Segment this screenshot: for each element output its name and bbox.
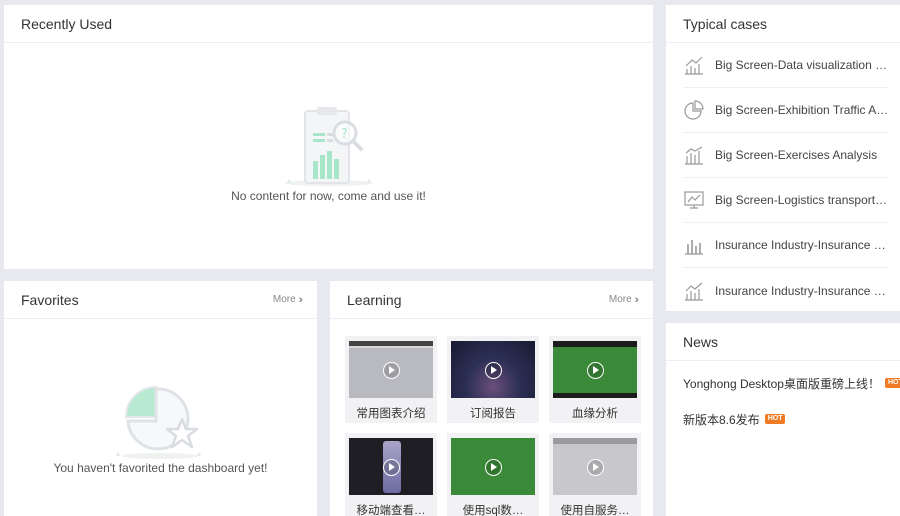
play-icon	[383, 458, 400, 476]
typical-cases-panel: Typical cases Big Screen-Data visualizat…	[666, 5, 900, 311]
case-item[interactable]: Big Screen-Exercises Analysis	[683, 133, 889, 178]
news-text: 新版本8.6发布	[683, 412, 760, 427]
video-title: 订阅报告	[470, 408, 516, 420]
typical-cases-title: Typical cases	[683, 15, 768, 32]
case-label: Big Screen-Exercises Analysis	[715, 148, 878, 162]
clipboard-chart-icon: ?	[284, 107, 373, 186]
news-title: News	[683, 333, 719, 350]
bar-chart-icon	[685, 240, 703, 255]
svg-text:?: ?	[341, 127, 348, 142]
news-header: News	[666, 323, 900, 361]
video-thumbnail	[451, 438, 535, 495]
case-label: Big Screen-Logistics transportation anal…	[715, 193, 889, 207]
video-title: 移动端查看…	[356, 505, 426, 516]
case-item[interactable]: Insurance Industry-Insurance Industry An…	[683, 223, 889, 268]
line-chart-icon	[685, 56, 703, 75]
bar-line-chart-icon	[685, 146, 703, 165]
video-title: 使用自服务…	[560, 505, 630, 516]
favorites-panel: Favorites More ›› You haven't favorited …	[4, 281, 317, 516]
play-icon	[587, 361, 604, 379]
video-thumbnail	[349, 438, 433, 495]
pie-chart-icon	[684, 100, 704, 120]
hot-badge: HOT	[884, 378, 900, 388]
learning-title: Learning	[347, 291, 402, 308]
recently-used-panel: Recently Used ? No content for now, come…	[4, 5, 653, 269]
double-chevron-right-icon: ››	[634, 293, 640, 306]
play-icon	[485, 361, 502, 379]
video-card[interactable]: 订阅报告	[447, 336, 539, 423]
case-item[interactable]: Big Screen-Data visualization and analys…	[683, 43, 889, 88]
monitor-chart-icon	[684, 191, 704, 209]
case-label: Big Screen-Exhibition Traffic Analysis	[715, 103, 889, 117]
recently-used-title: Recently Used	[21, 15, 113, 32]
news-text: Yonghong Desktop桌面版重磅上线！	[683, 376, 880, 391]
favorites-more-label: More	[272, 294, 296, 305]
case-item[interactable]: Insurance Industry-Insurance Industry Re…	[683, 268, 889, 313]
video-card[interactable]: 常用图表介绍	[345, 336, 437, 423]
video-thumbnail	[553, 341, 637, 398]
empty-report-illustration: ?	[4, 105, 653, 194]
case-label: Insurance Industry-Insurance Industry An…	[715, 238, 889, 252]
case-label: Big Screen-Data visualization and analys…	[715, 58, 889, 72]
video-card[interactable]: 血缘分析	[549, 336, 641, 423]
learning-panel: Learning More ›› 常用图表介绍 订阅报告 血缘分析 移动端查看……	[330, 281, 653, 516]
video-thumbnail	[553, 438, 637, 495]
double-chevron-right-icon: ››	[298, 293, 304, 306]
video-title: 使用sql数…	[462, 505, 524, 516]
recently-used-header: Recently Used	[4, 5, 653, 43]
learning-header: Learning More ››	[330, 281, 653, 319]
learning-more-label: More	[608, 294, 632, 305]
video-title: 常用图表介绍	[356, 408, 426, 420]
news-item[interactable]: 新版本8.6发布 HOT	[666, 401, 900, 437]
typical-cases-header: Typical cases	[666, 5, 900, 43]
video-card[interactable]: 使用自服务…	[549, 433, 641, 516]
play-icon	[383, 361, 400, 379]
news-panel: News Yonghong Desktop桌面版重磅上线！ HOT 新版本8.6…	[666, 323, 900, 516]
case-label: Insurance Industry-Insurance Industry Re…	[715, 283, 889, 298]
play-icon	[485, 458, 502, 476]
news-list: Yonghong Desktop桌面版重磅上线！ HOT 新版本8.6发布 HO…	[666, 361, 900, 437]
bar-trend-chart-icon	[685, 282, 703, 301]
recently-used-empty-text: No content for now, come and use it!	[231, 189, 426, 203]
video-grid: 常用图表介绍 订阅报告 血缘分析 移动端查看… 使用sql数… 使用自服务…	[345, 336, 645, 516]
typical-cases-list: Big Screen-Data visualization and analys…	[666, 43, 900, 313]
case-item[interactable]: Big Screen-Logistics transportation anal…	[683, 178, 889, 223]
video-title: 血缘分析	[572, 408, 618, 420]
video-card[interactable]: 移动端查看…	[345, 433, 437, 516]
favorites-title: Favorites	[21, 291, 79, 308]
news-item[interactable]: Yonghong Desktop桌面版重磅上线！ HOT	[666, 365, 900, 401]
learning-more-link[interactable]: More ››	[608, 293, 640, 306]
hot-badge: HOT	[764, 414, 786, 424]
favorites-empty-text: You haven't favorited the dashboard yet!	[53, 461, 268, 475]
play-icon	[587, 458, 604, 476]
favorites-more-link[interactable]: More ››	[272, 293, 304, 306]
video-thumbnail	[349, 341, 433, 398]
video-card[interactable]: 使用sql数…	[447, 433, 539, 516]
favorites-header: Favorites More ››	[4, 281, 317, 319]
video-thumbnail	[451, 341, 535, 398]
empty-favorites-illustration	[116, 385, 201, 459]
case-item[interactable]: Big Screen-Exhibition Traffic Analysis	[683, 88, 889, 133]
